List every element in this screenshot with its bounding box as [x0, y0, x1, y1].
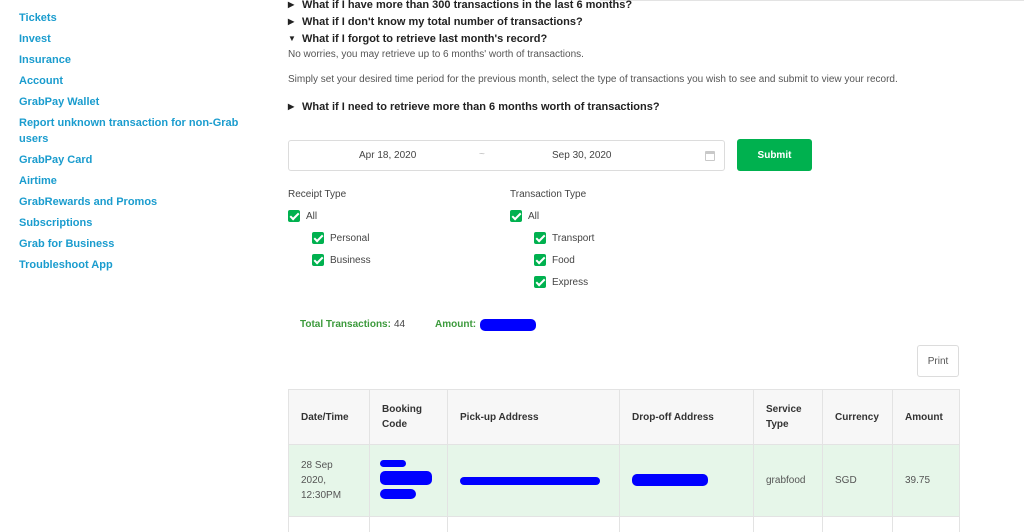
checkbox-checked-icon[interactable] — [534, 276, 546, 288]
date-separator: ~ — [479, 149, 485, 160]
transactions-table: Date/Time Booking Code Pick-up Address D… — [288, 389, 960, 532]
sidebar-item-report-unknown-transaction[interactable]: Report unknown transaction for non-Grab … — [19, 115, 241, 147]
sidebar-item-troubleshoot-app[interactable]: Troubleshoot App — [19, 257, 241, 273]
transaction-all-checkbox[interactable]: All — [510, 210, 539, 222]
column-header-booking-code: Booking Code — [369, 389, 448, 445]
faq-answer-paragraph: No worries, you may retrieve up to 6 mon… — [288, 49, 584, 60]
checkbox-label: Transport — [552, 232, 595, 244]
checkbox-checked-icon[interactable] — [534, 254, 546, 266]
receipt-type-title: Receipt Type — [288, 189, 347, 200]
print-button[interactable]: Print — [917, 345, 959, 377]
column-header-datetime: Date/Time — [288, 389, 370, 445]
sidebar-item-account[interactable]: Account — [19, 73, 241, 89]
date-range-picker[interactable]: Apr 18, 2020 ~ Sep 30, 2020 — [288, 140, 725, 171]
column-header-pickup-address: Pick-up Address — [447, 389, 620, 445]
receipt-business-checkbox[interactable]: Business — [312, 254, 371, 266]
checkbox-label: All — [528, 210, 540, 222]
checkbox-label: Business — [330, 254, 371, 266]
total-amount: Amount: — [435, 319, 476, 330]
sidebar-item-subscriptions[interactable]: Subscriptions — [19, 215, 241, 231]
caret-down-icon: ▼ — [288, 34, 296, 43]
total-transactions-label: Total Transactions: — [300, 319, 391, 330]
checkbox-label: Food — [552, 254, 575, 266]
faq-question-text: What if I forgot to retrieve last month'… — [302, 33, 548, 45]
checkbox-checked-icon[interactable] — [312, 232, 324, 244]
table-cell — [753, 516, 823, 532]
checkbox-checked-icon[interactable] — [288, 210, 300, 222]
sidebar-item-grabpay-card[interactable]: GrabPay Card — [19, 152, 241, 168]
redacted-booking-code — [380, 489, 416, 499]
caret-right-icon: ▶ — [288, 0, 295, 9]
cell-dropoff-address — [619, 444, 754, 517]
sidebar-item-grabpay-wallet[interactable]: GrabPay Wallet — [19, 94, 241, 110]
transaction-food-checkbox[interactable]: Food — [534, 254, 575, 266]
redacted-booking-code — [380, 471, 432, 485]
end-date[interactable]: Sep 30, 2020 — [552, 150, 612, 161]
transaction-express-checkbox[interactable]: Express — [534, 276, 588, 288]
column-header-service-type: Service Type — [753, 389, 823, 445]
faq-question-forgot-last-month[interactable]: ▼ What if I forgot to retrieve last month… — [288, 32, 547, 46]
checkbox-checked-icon[interactable] — [534, 232, 546, 244]
cell-currency: SGD — [822, 444, 893, 517]
table-header-row: Date/Time Booking Code Pick-up Address D… — [288, 389, 960, 445]
help-sidebar: Tickets Invest Insurance Account GrabPay… — [19, 10, 241, 278]
table-cell — [288, 516, 370, 532]
redacted-dropoff-address — [632, 474, 708, 486]
column-header-currency: Currency — [822, 389, 893, 445]
faq-question-total-number[interactable]: ▶ What if I don't know my total number of… — [288, 15, 583, 29]
column-header-amount: Amount — [892, 389, 960, 445]
sidebar-item-grab-for-business[interactable]: Grab for Business — [19, 236, 241, 252]
start-date[interactable]: Apr 18, 2020 — [359, 150, 416, 161]
faq-question-300-transactions[interactable]: ▶ What if I have more than 300 transactio… — [288, 0, 632, 12]
faq-question-more-than-6-months[interactable]: ▶ What if I need to retrieve more than 6 … — [288, 100, 660, 114]
redacted-booking-code — [380, 460, 406, 467]
transaction-type-title: Transaction Type — [510, 189, 587, 200]
redacted-amount — [480, 319, 536, 331]
sidebar-item-grabrewards[interactable]: GrabRewards and Promos — [19, 194, 241, 210]
sidebar-item-tickets[interactable]: Tickets — [19, 10, 241, 26]
table-row[interactable] — [288, 516, 960, 532]
caret-right-icon: ▶ — [288, 17, 295, 26]
sidebar-item-airtime[interactable]: Airtime — [19, 173, 241, 189]
cell-amount: 39.75 — [892, 444, 960, 517]
cell-pickup-address — [447, 444, 620, 517]
calendar-icon[interactable] — [705, 151, 715, 161]
cell-booking-code — [369, 444, 448, 517]
redacted-pickup-address — [460, 477, 600, 485]
table-row[interactable]: 28 Sep 2020, 12:30PM grabfood SGD 39.75 — [288, 444, 960, 517]
table-cell — [822, 516, 893, 532]
table-cell — [447, 516, 620, 532]
top-divider — [600, 0, 1024, 1]
total-transactions-value: 44 — [393, 319, 406, 330]
checkbox-label: Express — [552, 276, 589, 288]
checkbox-checked-icon[interactable] — [510, 210, 522, 222]
table-cell — [369, 516, 448, 532]
faq-question-text: What if I have more than 300 transaction… — [302, 0, 633, 11]
faq-answer-paragraph: Simply set your desired time period for … — [288, 74, 898, 85]
receipt-personal-checkbox[interactable]: Personal — [312, 232, 369, 244]
table-cell — [619, 516, 754, 532]
checkbox-label: All — [306, 210, 318, 222]
checkbox-label: Personal — [330, 232, 370, 244]
table-cell — [892, 516, 960, 532]
column-header-dropoff-address: Drop-off Address — [619, 389, 754, 445]
faq-question-text: What if I need to retrieve more than 6 m… — [302, 101, 660, 113]
faq-question-text: What if I don't know my total number of … — [302, 16, 583, 28]
total-amount-label: Amount: — [435, 319, 477, 330]
cell-service-type: grabfood — [753, 444, 823, 517]
submit-button[interactable]: Submit — [737, 139, 812, 171]
caret-right-icon: ▶ — [288, 102, 295, 111]
cell-datetime: 28 Sep 2020, 12:30PM — [288, 444, 370, 517]
total-transactions: Total Transactions: 44 — [300, 319, 405, 330]
sidebar-item-insurance[interactable]: Insurance — [19, 52, 241, 68]
checkbox-checked-icon[interactable] — [312, 254, 324, 266]
transaction-transport-checkbox[interactable]: Transport — [534, 232, 594, 244]
receipt-all-checkbox[interactable]: All — [288, 210, 317, 222]
sidebar-item-invest[interactable]: Invest — [19, 31, 241, 47]
